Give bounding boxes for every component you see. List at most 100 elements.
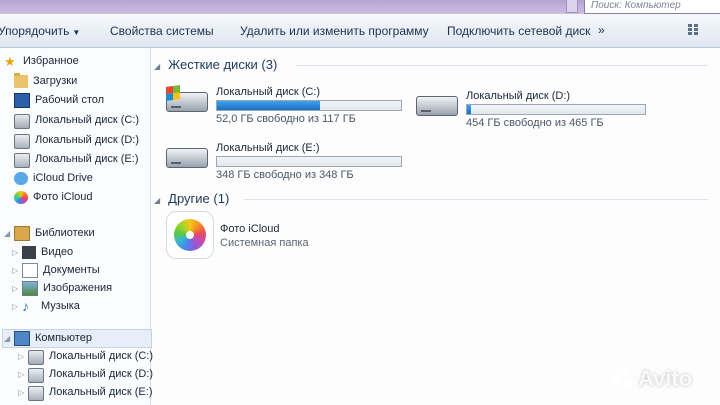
nav-label: Локальный диск (E:) bbox=[49, 386, 153, 398]
drive-name: Локальный диск (E:) bbox=[216, 142, 320, 154]
group-header-hard-drives[interactable]: ◢ Жесткие диски (3) bbox=[154, 57, 277, 72]
nav-label: Локальный диск (C:) bbox=[49, 350, 154, 362]
drive-icon bbox=[28, 350, 44, 365]
nav-drive-c[interactable]: Локальный диск (C:) bbox=[14, 111, 139, 129]
drive-icon bbox=[14, 134, 30, 149]
usage-bar bbox=[216, 156, 402, 167]
nav-label: Видео bbox=[41, 246, 74, 258]
photos-flower-icon bbox=[174, 219, 206, 251]
collapse-arrow-icon[interactable]: ◢ bbox=[154, 196, 160, 205]
nav-label: Рабочий стол bbox=[35, 94, 105, 106]
drive-icon bbox=[28, 368, 44, 383]
nav-drive-e[interactable]: Локальный диск (E:) bbox=[14, 150, 139, 168]
expand-arrow-icon[interactable]: ▷ bbox=[18, 370, 26, 379]
nav-button[interactable] bbox=[566, 0, 578, 13]
drive-free-space: 348 ГБ свободно из 348 ГБ bbox=[216, 169, 354, 181]
nav-libraries[interactable]: ◢ Библиотеки bbox=[4, 224, 95, 242]
chevron-down-icon: ▼ bbox=[72, 28, 81, 37]
nav-video[interactable]: ▷ Видео bbox=[12, 243, 73, 261]
expand-arrow-icon[interactable]: ▷ bbox=[12, 302, 20, 311]
nav-label: Музыка bbox=[41, 300, 80, 312]
drive-tile-d[interactable]: Локальный диск (D:) 454 ГБ свободно из 4… bbox=[416, 90, 666, 134]
usage-bar bbox=[216, 100, 402, 111]
hard-drive-icon bbox=[416, 96, 458, 116]
expand-arrow-icon[interactable]: ◢ bbox=[4, 229, 12, 238]
nav-computer[interactable]: ◢ Компьютер bbox=[4, 329, 92, 347]
nav-label: Локальный диск (D:) bbox=[35, 134, 140, 146]
usage-bar-fill bbox=[217, 101, 321, 110]
expand-arrow-icon[interactable]: ▷ bbox=[18, 352, 26, 361]
nav-documents[interactable]: ▷ Документы bbox=[12, 261, 100, 279]
more-commands-button[interactable]: » bbox=[598, 23, 605, 37]
collapse-arrow-icon[interactable]: ◢ bbox=[154, 62, 160, 71]
nav-favorites[interactable]: ★ Избранное bbox=[4, 52, 79, 70]
organize-label: Упорядочить bbox=[0, 24, 70, 38]
expand-arrow-icon[interactable]: ▷ bbox=[12, 284, 20, 293]
nav-label: Библиотеки bbox=[35, 227, 95, 239]
drive-name: Локальный диск (D:) bbox=[466, 90, 571, 102]
nav-music[interactable]: ▷ ♪ Музыка bbox=[12, 297, 80, 315]
hard-drive-icon bbox=[166, 148, 208, 168]
map-network-drive-button[interactable]: Подключить сетевой диск bbox=[447, 24, 590, 38]
music-note-icon: ♪ bbox=[22, 297, 29, 314]
icloud-photos-name[interactable]: Фото iCloud bbox=[220, 223, 280, 235]
photos-icon bbox=[14, 190, 28, 204]
group-header-other[interactable]: ◢ Другие (1) bbox=[154, 191, 229, 206]
nav-comp-drive-d[interactable]: ▷ Локальный диск (D:) bbox=[18, 365, 153, 383]
nav-label: Фото iCloud bbox=[33, 191, 93, 203]
group-divider bbox=[296, 65, 708, 66]
system-properties-button[interactable]: Свойства системы bbox=[110, 24, 214, 38]
usage-bar-fill bbox=[467, 105, 471, 114]
library-icon bbox=[14, 225, 30, 241]
nav-pictures[interactable]: ▷ Изображения bbox=[12, 279, 112, 297]
nav-label: Компьютер bbox=[35, 332, 92, 344]
expand-arrow-icon[interactable]: ▷ bbox=[12, 266, 20, 275]
nav-label: Локальный диск (E:) bbox=[35, 153, 139, 165]
nav-label: Локальный диск (C:) bbox=[35, 114, 140, 126]
desktop-icon bbox=[14, 92, 30, 108]
drive-free-space: 52,0 ГБ свободно из 117 ГБ bbox=[216, 113, 356, 125]
nav-drive-d[interactable]: Локальный диск (D:) bbox=[14, 131, 139, 149]
group-title: Жесткие диски (3) bbox=[168, 57, 278, 72]
nav-desktop[interactable]: Рабочий стол bbox=[14, 91, 104, 109]
star-icon: ★ bbox=[4, 53, 16, 69]
cloud-icon bbox=[14, 171, 28, 185]
video-icon bbox=[22, 245, 36, 259]
expand-arrow-icon[interactable]: ▷ bbox=[18, 388, 26, 397]
avito-logo-icon bbox=[612, 368, 634, 390]
expand-arrow-icon[interactable]: ◢ bbox=[4, 334, 12, 343]
nav-label: Документы bbox=[43, 264, 100, 276]
nav-icloud-drive[interactable]: iCloud Drive bbox=[14, 169, 93, 187]
uninstall-program-button[interactable]: Удалить или изменить программу bbox=[240, 24, 429, 38]
usage-bar bbox=[466, 104, 646, 115]
download-folder-icon bbox=[14, 72, 28, 88]
icloud-photos-type: Системная папка bbox=[220, 237, 309, 249]
nav-label: iCloud Drive bbox=[33, 172, 93, 184]
drive-free-space: 454 ГБ свободно из 465 ГБ bbox=[466, 117, 604, 129]
drive-icon bbox=[28, 386, 44, 401]
expand-arrow-icon[interactable]: ▷ bbox=[12, 248, 20, 257]
windows-logo-icon bbox=[166, 85, 180, 101]
nav-label: Загрузки bbox=[33, 75, 78, 87]
organize-button[interactable]: Упорядочить ▼ bbox=[0, 24, 80, 38]
group-title: Другие (1) bbox=[168, 191, 230, 206]
pictures-icon bbox=[22, 280, 38, 296]
drive-tile-c[interactable]: Локальный диск (C:) 52,0 ГБ свободно из … bbox=[166, 85, 416, 130]
drive-tile-e[interactable]: Локальный диск (E:) 348 ГБ свободно из 3… bbox=[166, 142, 416, 186]
group-divider bbox=[244, 199, 708, 200]
document-icon bbox=[22, 262, 38, 278]
drive-icon bbox=[14, 153, 30, 168]
search-input[interactable]: Поиск: Компьютер bbox=[584, 0, 720, 14]
nav-label: Изображения bbox=[43, 282, 113, 294]
drive-icon bbox=[14, 114, 30, 129]
nav-label: Избранное bbox=[23, 55, 79, 67]
nav-icloud-photos[interactable]: Фото iCloud bbox=[14, 188, 93, 206]
icloud-photos-icon[interactable] bbox=[166, 211, 214, 259]
nav-downloads[interactable]: Загрузки bbox=[14, 72, 77, 90]
view-options-icon[interactable] bbox=[688, 23, 700, 35]
nav-comp-drive-e[interactable]: ▷ Локальный диск (E:) bbox=[18, 383, 153, 401]
computer-icon bbox=[14, 330, 30, 346]
command-bar: Упорядочить ▼ Свойства системы Удалить ил… bbox=[0, 14, 720, 48]
nav-comp-drive-c[interactable]: ▷ Локальный диск (C:) bbox=[18, 347, 153, 365]
nav-label: Локальный диск (D:) bbox=[49, 368, 154, 380]
